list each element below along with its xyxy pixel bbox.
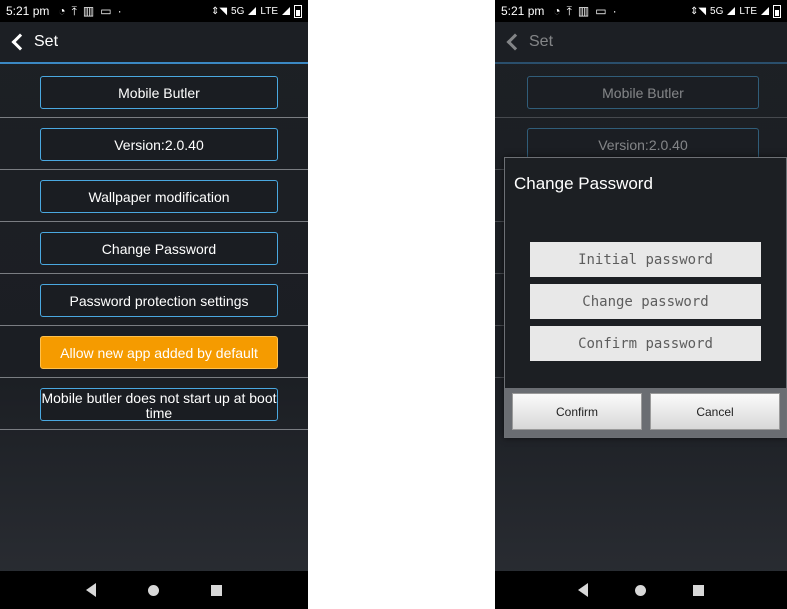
list-item: Version:2.0.40 — [0, 118, 308, 170]
mobile-butler-button[interactable]: Mobile Butler — [40, 76, 278, 109]
status-bar: 5:21 pm ◔ ⤒ ▥ ▭ · ⇕◥ 5G LTE — [495, 0, 787, 22]
mobile-butler-button: Mobile Butler — [527, 76, 759, 109]
list-item: Mobile Butler — [495, 66, 787, 118]
dialog-footer: Confirm Cancel — [505, 388, 786, 437]
list-item: Mobile Butler — [0, 66, 308, 118]
version-button[interactable]: Version:2.0.40 — [40, 128, 278, 161]
page-title: Set — [34, 33, 59, 50]
nav-home-icon[interactable] — [148, 584, 159, 596]
allow-new-app-button[interactable]: Allow new app added by default — [40, 336, 278, 369]
status-time: 5:21 pm — [6, 4, 50, 18]
change-password-dialog: Change Password Confirm Cancel — [504, 157, 787, 438]
back-button: Set — [505, 33, 553, 51]
initial-password-field[interactable] — [530, 242, 761, 277]
nav-back-icon[interactable] — [86, 583, 96, 597]
list-item: Change Password — [0, 222, 308, 274]
settings-screen: 5:21 pm ◔ ⤒ ▥ ▭ · ⇕◥ 5G LTE Set Mobile B… — [0, 0, 308, 609]
dot-icon: · — [612, 4, 617, 18]
alarm-icon: ◔ — [58, 4, 66, 18]
signal-icon-2 — [761, 7, 769, 15]
list-item: Password protection settings — [0, 274, 308, 326]
battery-icon — [294, 4, 302, 18]
wifi-icon: ⇕◥ — [210, 5, 228, 17]
nav-back-icon[interactable] — [578, 583, 589, 597]
back-button[interactable]: Set — [10, 33, 58, 51]
lte-label: LTE — [739, 5, 757, 17]
page-title: Set — [529, 33, 554, 50]
signal-icon — [248, 7, 257, 15]
sim-icon: ▭ — [595, 4, 607, 18]
list-item: Wallpaper modification — [0, 170, 308, 222]
wallpaper-modification-button[interactable]: Wallpaper modification — [40, 180, 278, 213]
list-item: Allow new app added by default — [0, 326, 308, 378]
confirm-password-field[interactable] — [530, 326, 761, 361]
alarm-icon: ◔ — [553, 4, 561, 18]
chevron-left-icon — [506, 33, 524, 51]
chevron-left-icon — [11, 33, 29, 51]
change-password-screen: 5:21 pm ◔ ⤒ ▥ ▭ · ⇕◥ 5G LTE Set Mobile B… — [495, 0, 787, 609]
sim-icon: ▭ — [100, 4, 112, 18]
cancel-button[interactable]: Cancel — [650, 393, 780, 430]
nav-recents-icon[interactable] — [692, 584, 704, 596]
upload-icon: ⤒ — [566, 3, 572, 18]
notes-icon: ▥ — [82, 4, 95, 18]
change-password-button[interactable]: Change Password — [40, 232, 278, 265]
app-header: Set — [0, 22, 308, 64]
network-type: 5G — [231, 5, 245, 17]
battery-icon — [773, 4, 781, 18]
wifi-icon: ⇕◥ — [689, 5, 707, 17]
app-header: Set — [495, 22, 787, 64]
nav-recents-icon[interactable] — [211, 584, 222, 596]
nav-home-icon[interactable] — [634, 584, 646, 596]
list-item: Mobile butler does not start up at boot … — [0, 378, 308, 430]
status-time: 5:21 pm — [501, 4, 545, 18]
boot-startup-button[interactable]: Mobile butler does not start up at boot … — [40, 388, 278, 421]
upload-icon: ⤒ — [71, 3, 77, 18]
lte-label: LTE — [260, 5, 278, 17]
navigation-bar — [0, 571, 308, 609]
dialog-title: Change Password — [514, 174, 653, 193]
signal-icon — [727, 7, 736, 15]
notes-icon: ▥ — [577, 4, 590, 18]
network-type: 5G — [710, 5, 724, 17]
status-bar: 5:21 pm ◔ ⤒ ▥ ▭ · ⇕◥ 5G LTE — [0, 0, 308, 22]
settings-list: Mobile Butler Version:2.0.40 Wallpaper m… — [0, 66, 308, 430]
confirm-button[interactable]: Confirm — [512, 393, 642, 430]
change-password-field[interactable] — [530, 284, 761, 319]
dot-icon: · — [117, 4, 122, 18]
signal-icon-2 — [282, 7, 290, 15]
navigation-bar — [495, 571, 787, 609]
password-protection-button[interactable]: Password protection settings — [40, 284, 278, 317]
